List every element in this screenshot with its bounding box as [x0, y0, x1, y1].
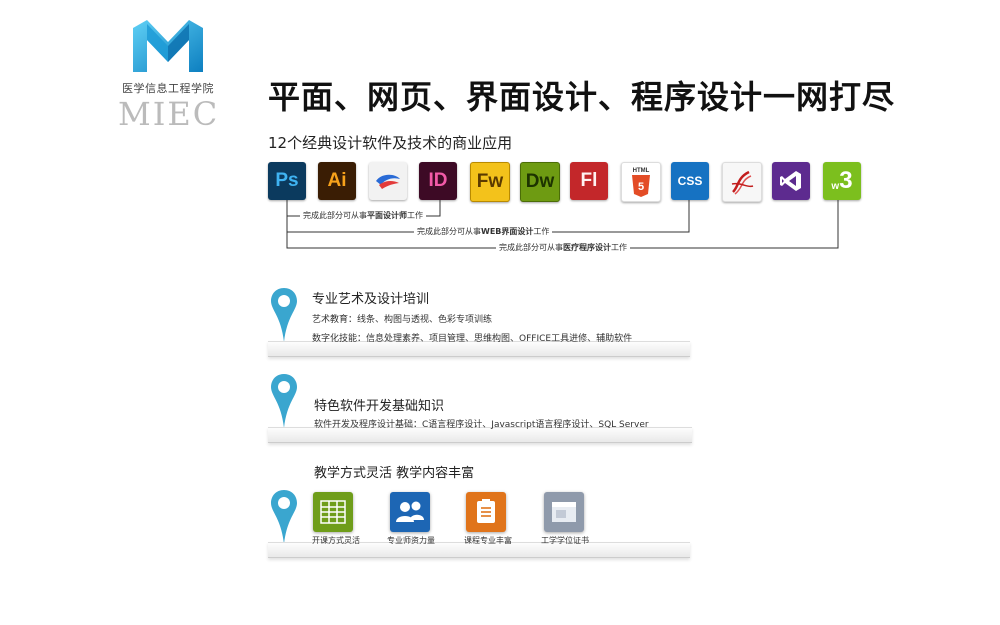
map-pin-icon	[271, 288, 297, 342]
coreldraw-icon	[369, 162, 407, 200]
feature-label: 工学学位证书	[541, 536, 589, 545]
faculty-icon	[390, 492, 430, 532]
course-icon	[466, 492, 506, 532]
school-logo: 医学信息工程学院 MIEC	[118, 18, 218, 130]
html5-icon: HTML 5	[621, 162, 661, 202]
dreamweaver-icon: Dw	[520, 162, 560, 202]
illustrator-icon: Ai	[318, 162, 356, 200]
section1-line2: 数字化技能：信息处理素养、项目管理、思维构图、OFFICE工具进修、辅助软件	[312, 334, 633, 344]
school-name-cn: 医学信息工程学院	[122, 82, 214, 95]
map-pin-icon	[271, 490, 297, 544]
w3-icon: w3	[823, 162, 861, 200]
school-name-en: MIEC	[118, 95, 220, 133]
flexible-class-icon	[313, 492, 353, 532]
feature-label: 专业师资力量	[387, 536, 435, 545]
page-subtitle: 12个经典设计软件及技术的商业应用	[268, 134, 513, 152]
career-brackets: 完成此部分可从事平面设计师工作 完成此部分可从事WEB界面设计工作 完成此部分可…	[268, 200, 868, 260]
visual-studio-icon	[772, 162, 810, 200]
section1-line1: 艺术教育：线条、构图与透视、色彩专项训练	[312, 315, 493, 325]
feature-label: 开课方式灵活	[312, 536, 360, 545]
svg-text:5: 5	[638, 181, 644, 193]
section1-heading: 专业艺术及设计培训	[312, 292, 430, 307]
photoshop-icon: Ps	[268, 162, 306, 200]
section2-line1: 软件开发及程序设计基础：C语言程序设计、Javascript语言程序设计、SQL…	[314, 420, 649, 430]
software-icon-row: Ps Ai ID Fw Dw Fl HTML 5 CSS w3	[268, 162, 868, 202]
sql-server-icon	[722, 162, 762, 202]
certificate-icon	[544, 492, 584, 532]
fireworks-icon: Fw	[470, 162, 510, 202]
page-title: 平面、网页、界面设计、程序设计一网打尽	[268, 78, 896, 116]
bracket-label-graphic: 完成此部分可从事平面设计师工作	[300, 210, 426, 221]
bracket-label-medical: 完成此部分可从事医疗程序设计工作	[496, 242, 630, 253]
m-logo-icon	[133, 20, 203, 72]
map-pin-icon	[271, 374, 297, 428]
indesign-icon: ID	[419, 162, 457, 200]
flash-icon: Fl	[570, 162, 608, 200]
css-icon: CSS	[671, 162, 709, 200]
bracket-label-web: 完成此部分可从事WEB界面设计工作	[414, 226, 553, 237]
section3-heading: 教学方式灵活 教学内容丰富	[314, 466, 475, 481]
feature-label: 课程专业丰富	[464, 536, 512, 545]
section2-heading: 特色软件开发基础知识	[314, 399, 445, 414]
